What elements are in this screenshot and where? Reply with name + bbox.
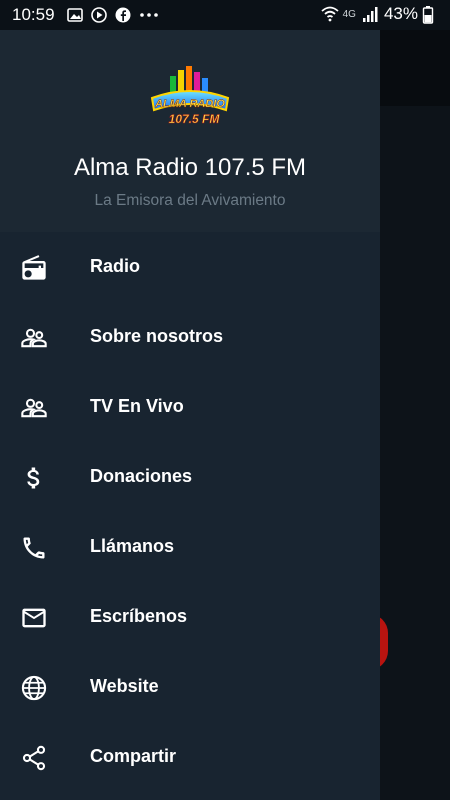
dollar-icon: [20, 464, 48, 492]
signal-icon: [362, 5, 380, 23]
menu-label-tv-live: TV En Vivo: [90, 396, 184, 416]
menu-item-tv-live[interactable]: TV En Vivo: [0, 372, 380, 442]
menu-item-write-us[interactable]: Escríbenos: [0, 582, 380, 652]
menu-item-radio[interactable]: Radio: [0, 232, 380, 302]
gallery-notification-icon: [66, 6, 84, 24]
wifi-icon: [321, 5, 339, 23]
more-notifications-icon: [138, 6, 158, 24]
play-notification-icon: [90, 6, 108, 24]
facebook-notification-icon: [114, 6, 132, 24]
menu-label-write-us: Escríbenos: [90, 606, 188, 626]
menu-label-about: Sobre nosotros: [90, 326, 224, 346]
station-logo: ALMA RADIO 107.5 FM: [146, 62, 234, 130]
phone-icon: [20, 534, 48, 562]
drawer-menu: Radio Sobre nosotros TV En Vivo Donacion…: [0, 232, 380, 792]
menu-item-donations[interactable]: Donaciones: [0, 442, 380, 512]
battery-icon: [422, 5, 440, 24]
navigation-drawer: ALMA RADIO 107.5 FM Alma Radio 107.5 FM …: [0, 30, 380, 800]
status-time: 10:59: [12, 5, 55, 24]
status-bar: 10:59 4G 43%: [0, 0, 450, 30]
people-icon: [20, 394, 48, 422]
menu-label-share: Compartir: [90, 746, 177, 766]
app-subtitle: La Emisora del Avivamiento: [94, 192, 286, 209]
radio-icon: [20, 254, 48, 282]
battery-percent: 43%: [383, 4, 418, 23]
globe-icon: [20, 674, 48, 702]
logo-text-line1: ALMA RADIO: [154, 98, 225, 110]
menu-item-about[interactable]: Sobre nosotros: [0, 302, 380, 372]
menu-item-call-us[interactable]: Llámanos: [0, 512, 380, 582]
menu-label-donations: Donaciones: [90, 466, 193, 486]
logo-text-line2: 107.5 FM: [169, 112, 221, 126]
app-title: Alma Radio 107.5 FM: [73, 154, 307, 181]
menu-item-share[interactable]: Compartir: [0, 722, 380, 792]
menu-label-call-us: Llámanos: [90, 536, 175, 556]
menu-item-website[interactable]: Website: [0, 652, 380, 722]
share-icon: [20, 744, 48, 772]
mail-icon: [20, 604, 48, 632]
drawer-header: ALMA RADIO 107.5 FM Alma Radio 107.5 FM …: [0, 30, 380, 232]
menu-label-website: Website: [90, 676, 159, 696]
people-icon: [20, 324, 48, 352]
menu-label-radio: Radio: [90, 256, 141, 276]
network-type: 4G: [342, 8, 356, 20]
